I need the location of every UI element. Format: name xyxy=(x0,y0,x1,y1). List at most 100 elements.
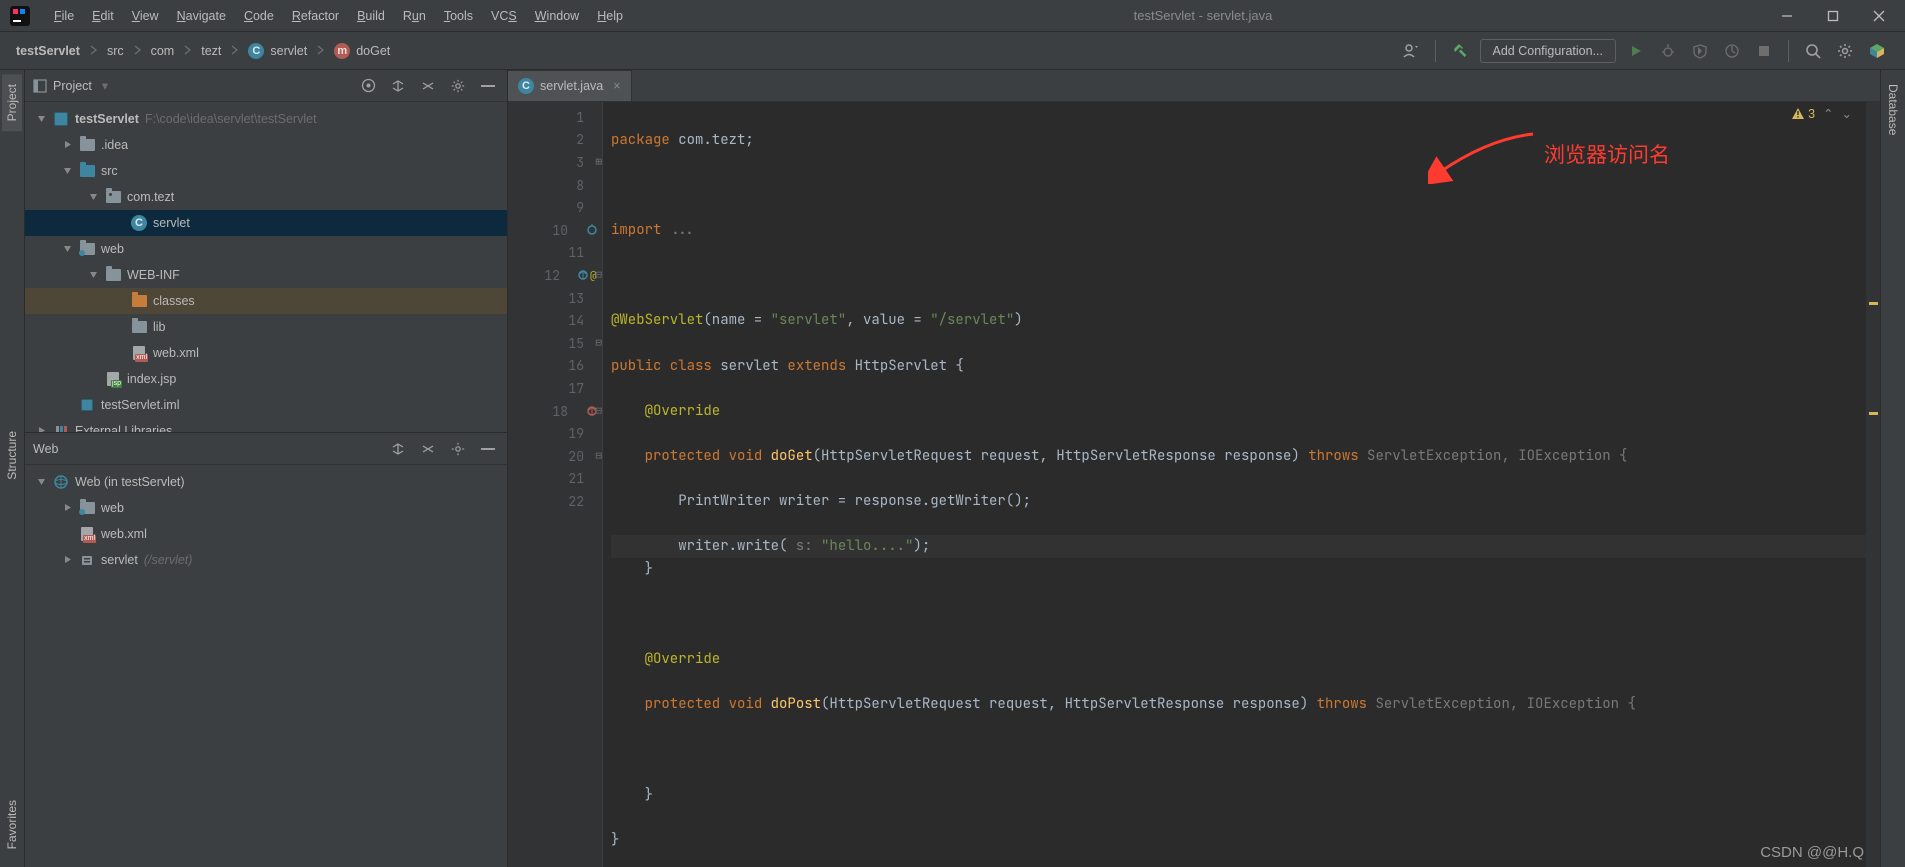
menu-window[interactable]: Window xyxy=(527,5,587,27)
chevron-right-icon xyxy=(63,553,75,567)
menu-run[interactable]: Run xyxy=(395,5,434,27)
coverage-icon[interactable] xyxy=(1688,39,1712,63)
fold-minus-icon[interactable]: ⊟ xyxy=(595,404,602,418)
prev-highlight-icon[interactable]: ⌃ xyxy=(1823,106,1833,121)
class-icon: C xyxy=(131,215,147,231)
hide-panel-icon[interactable] xyxy=(477,438,499,460)
web-tree-root[interactable]: Web (in testServlet) xyxy=(25,469,507,495)
crumb-src[interactable]: src xyxy=(99,41,132,61)
settings-gear-icon[interactable] xyxy=(1833,39,1857,63)
crumb-method[interactable]: mdoGet xyxy=(326,40,398,62)
warning-marker[interactable] xyxy=(1869,302,1878,305)
project-tree[interactable]: testServlet F:\code\idea\servlet\testSer… xyxy=(25,102,507,432)
profile-icon[interactable] xyxy=(1720,39,1744,63)
debug-icon[interactable] xyxy=(1656,39,1680,63)
gutter[interactable]: 1 2 3⊞ 8 9 10 11 12@⊟ 13 14 15⊟ 16 17 18… xyxy=(508,102,603,867)
add-configuration-button[interactable]: Add Configuration... xyxy=(1480,39,1617,63)
tree-external-libraries[interactable]: External Libraries xyxy=(25,418,507,432)
fold-end-icon[interactable]: ⊟ xyxy=(595,336,602,350)
module-icon xyxy=(53,111,69,127)
window-title: testServlet - servlet.java xyxy=(631,8,1775,23)
crumb-com[interactable]: com xyxy=(143,41,183,61)
web-folder-icon xyxy=(79,241,95,257)
stop-icon[interactable] xyxy=(1752,39,1776,63)
tree-indexjsp-file[interactable]: jsp index.jsp xyxy=(25,366,507,392)
method-icon: m xyxy=(334,43,350,59)
menu-file[interactable]: File xyxy=(46,5,82,27)
module-file-icon xyxy=(79,397,95,413)
expand-all-icon[interactable] xyxy=(387,438,409,460)
rail-tab-project[interactable]: Project xyxy=(2,74,22,131)
tree-classes-folder[interactable]: classes xyxy=(25,288,507,314)
hide-panel-icon[interactable] xyxy=(477,75,499,97)
menu-help[interactable]: Help xyxy=(589,5,631,27)
web-tree-web-folder[interactable]: web xyxy=(25,495,507,521)
tree-item-label: Web (in testServlet) xyxy=(75,475,185,489)
web-tree[interactable]: Web (in testServlet) web xml web.xml ser… xyxy=(25,465,507,867)
rail-tab-structure[interactable]: Structure xyxy=(2,421,22,490)
tree-src-folder[interactable]: src xyxy=(25,158,507,184)
panel-settings-gear-icon[interactable] xyxy=(447,438,469,460)
close-button[interactable] xyxy=(1867,4,1891,28)
menu-refactor[interactable]: Refactor xyxy=(284,5,347,27)
menu-vcs[interactable]: VCS xyxy=(483,5,525,27)
fold-plus-icon[interactable]: ⊞ xyxy=(595,155,602,169)
warning-marker[interactable] xyxy=(1869,412,1878,415)
web-panel-title[interactable]: Web xyxy=(33,442,58,456)
tree-item-hint: (/servlet) xyxy=(144,553,193,567)
close-tab-icon[interactable]: × xyxy=(613,79,620,93)
rail-tab-database[interactable]: Database xyxy=(1883,74,1903,145)
tree-item-label: web xyxy=(101,242,124,256)
tree-webxml-file[interactable]: xml web.xml xyxy=(25,340,507,366)
tree-item-label: testServlet.iml xyxy=(101,398,180,412)
tree-servlet-class[interactable]: C servlet xyxy=(25,210,507,236)
implemented-interface-icon[interactable] xyxy=(586,224,598,236)
jetbrains-toolbox-icon[interactable] xyxy=(1865,39,1889,63)
select-opened-file-icon[interactable] xyxy=(357,75,379,97)
chevron-down-icon xyxy=(63,164,75,178)
menu-build[interactable]: Build xyxy=(349,5,393,27)
source-folder-icon xyxy=(79,163,95,179)
crumb-class[interactable]: Cservlet xyxy=(240,40,315,62)
next-highlight-icon[interactable]: ⌄ xyxy=(1842,106,1852,121)
error-stripe[interactable] xyxy=(1866,102,1880,867)
breadcrumb: testServlet src com tezt Cservlet mdoGet xyxy=(6,40,398,62)
crumb-tezt[interactable]: tezt xyxy=(193,41,229,61)
menu-navigate[interactable]: Navigate xyxy=(169,5,234,27)
tree-package[interactable]: com.tezt xyxy=(25,184,507,210)
user-icon[interactable] xyxy=(1399,39,1423,63)
fold-end-icon[interactable]: ⊟ xyxy=(595,449,602,463)
tree-webinf-folder[interactable]: WEB-INF xyxy=(25,262,507,288)
run-icon[interactable] xyxy=(1624,39,1648,63)
tree-web-folder[interactable]: web xyxy=(25,236,507,262)
editor-tab-bar: C servlet.java × xyxy=(508,70,1880,102)
collapse-all-icon[interactable] xyxy=(417,75,439,97)
tree-idea-folder[interactable]: .idea xyxy=(25,132,507,158)
panel-settings-gear-icon[interactable] xyxy=(447,75,469,97)
project-panel-title[interactable]: Project ▾ xyxy=(33,78,108,93)
hammer-build-icon[interactable] xyxy=(1448,39,1472,63)
folder-icon xyxy=(79,137,95,153)
menu-tools[interactable]: Tools xyxy=(436,5,481,27)
expand-all-icon[interactable] xyxy=(387,75,409,97)
tree-lib-folder[interactable]: lib xyxy=(25,314,507,340)
minimize-button[interactable] xyxy=(1775,4,1799,28)
menu-view[interactable]: View xyxy=(124,5,167,27)
collapse-all-icon[interactable] xyxy=(417,438,439,460)
menu-edit[interactable]: Edit xyxy=(84,5,122,27)
code-editor[interactable]: package com.tezt; import ... @WebServlet… xyxy=(603,102,1866,867)
tree-root[interactable]: testServlet F:\code\idea\servlet\testSer… xyxy=(25,106,507,132)
excluded-folder-icon xyxy=(131,293,147,309)
web-tree-servlet[interactable]: servlet (/servlet) xyxy=(25,547,507,573)
fold-minus-icon[interactable]: ⊟ xyxy=(595,268,602,282)
crumb-project[interactable]: testServlet xyxy=(8,41,88,61)
maximize-button[interactable] xyxy=(1821,4,1845,28)
inspections-widget[interactable]: 3 ⌃ ⌄ xyxy=(1791,106,1852,121)
tree-item-label: index.jsp xyxy=(127,372,176,386)
menu-code[interactable]: Code xyxy=(236,5,282,27)
rail-tab-favorites[interactable]: Favorites xyxy=(2,790,22,859)
editor-tab-servlet[interactable]: C servlet.java × xyxy=(508,70,632,101)
tree-iml-file[interactable]: testServlet.iml xyxy=(25,392,507,418)
web-tree-webxml[interactable]: xml web.xml xyxy=(25,521,507,547)
search-icon[interactable] xyxy=(1801,39,1825,63)
